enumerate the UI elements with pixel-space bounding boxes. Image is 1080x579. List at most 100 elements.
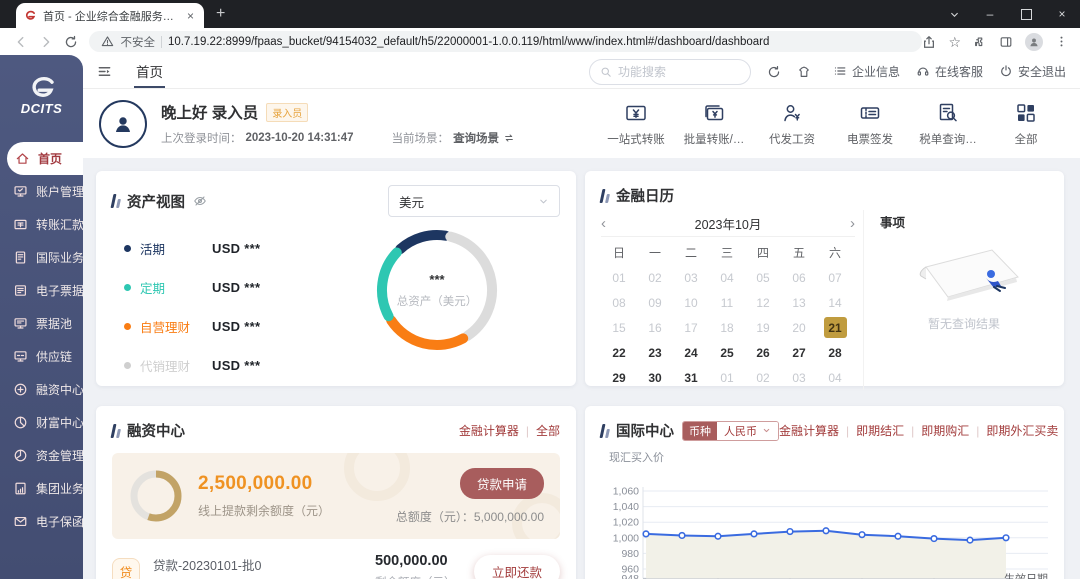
calendar-day[interactable]: 27 xyxy=(781,340,817,365)
sidebar-item-home[interactable]: 首页 xyxy=(7,142,83,175)
switch-scene-icon[interactable] xyxy=(503,132,515,144)
topbar-action-power[interactable]: 安全退出 xyxy=(999,63,1066,80)
window-close-button[interactable]: × xyxy=(1044,0,1080,28)
calendar-day[interactable]: 03 xyxy=(781,365,817,390)
calendar-day[interactable]: 30 xyxy=(637,365,673,390)
browser-menu-icon[interactable] xyxy=(1055,35,1068,48)
currency-select[interactable]: 美元 xyxy=(388,185,560,217)
search-input[interactable]: 功能搜索 xyxy=(589,59,751,85)
x-axis-title: 生效日期 xyxy=(1004,571,1048,579)
loan-apply-button[interactable]: 贷款申请 xyxy=(460,468,544,499)
quick-action-e-ticket[interactable]: 电票签发 xyxy=(838,101,902,147)
calendar-next-icon[interactable]: › xyxy=(833,216,855,231)
security-warning-icon[interactable] xyxy=(101,35,114,48)
sidebar-item-account[interactable]: 账户管理 xyxy=(0,175,83,208)
quick-action-all-apps[interactable]: 全部 xyxy=(994,101,1058,147)
browser-tab[interactable]: 首页 - 企业综合金融服务平台 × xyxy=(16,3,204,28)
headset-icon xyxy=(916,64,931,79)
quick-action-payroll[interactable]: 代发工资 xyxy=(760,101,824,147)
calendar-day[interactable]: 23 xyxy=(637,340,673,365)
sidebar-item-international[interactable]: 国际业务 xyxy=(0,241,83,274)
calendar-day[interactable]: 01 xyxy=(601,265,637,290)
intl-link-0[interactable]: 金融计算器 xyxy=(779,422,839,439)
share-icon[interactable] xyxy=(922,35,936,49)
calendar-day[interactable]: 20 xyxy=(781,315,817,340)
eye-off-icon[interactable] xyxy=(193,194,207,208)
finance-link-0[interactable]: 金融计算器 xyxy=(459,422,519,439)
calendar-day[interactable]: 21 xyxy=(817,315,853,340)
calendar-day[interactable]: 19 xyxy=(745,315,781,340)
sidebar-item-ebill[interactable]: 电子票据 xyxy=(0,274,83,307)
sidebar-item-transfer[interactable]: 转账汇款 xyxy=(0,208,83,241)
calendar-day[interactable]: 02 xyxy=(637,265,673,290)
calendar-day[interactable]: 25 xyxy=(709,340,745,365)
intl-link-3[interactable]: 即期外汇买卖 xyxy=(986,422,1058,439)
legend-dot-icon xyxy=(124,362,131,369)
calendar-day[interactable]: 29 xyxy=(601,365,637,390)
new-tab-button[interactable]: + xyxy=(216,5,225,28)
topbar-action-headset[interactable]: 在线客服 xyxy=(916,63,983,80)
calendar-day[interactable]: 10 xyxy=(673,290,709,315)
calendar-today[interactable]: 21 xyxy=(824,317,847,338)
sidebar-item-funds[interactable]: 资金管理 xyxy=(0,439,83,472)
bookmark-star-icon[interactable]: ☆ xyxy=(948,35,961,49)
weekday-label: 三 xyxy=(709,240,745,265)
calendar-day[interactable]: 05 xyxy=(745,265,781,290)
repay-now-button[interactable]: 立即还款 xyxy=(474,555,560,579)
refresh-icon[interactable] xyxy=(767,65,781,79)
forward-icon[interactable] xyxy=(33,35,58,49)
calendar-day[interactable]: 24 xyxy=(673,340,709,365)
finance-link-1[interactable]: 全部 xyxy=(536,422,560,439)
calendar-day[interactable]: 13 xyxy=(781,290,817,315)
sidebar-item-group[interactable]: 集团业务 xyxy=(0,472,83,505)
calendar-day[interactable]: 09 xyxy=(637,290,673,315)
topbar-action-list[interactable]: 企业信息 xyxy=(833,63,900,80)
tab-home[interactable]: 首页 xyxy=(134,55,165,88)
intl-link-2[interactable]: 即期购汇 xyxy=(921,422,969,439)
quick-action-batch-transfer[interactable]: 批量转账/… xyxy=(682,101,746,147)
reload-icon[interactable] xyxy=(58,35,83,49)
calendar-day[interactable]: 28 xyxy=(817,340,853,365)
sidebar-item-guarantee[interactable]: 电子保函 xyxy=(0,505,83,538)
calendar-prev-icon[interactable]: ‹ xyxy=(601,216,623,231)
calendar-day[interactable]: 15 xyxy=(601,315,637,340)
window-chevron-icon[interactable] xyxy=(936,0,972,28)
address-bar[interactable]: 不安全 10.7.19.22:8999/fpaas_bucket/9415403… xyxy=(89,31,922,52)
calendar-day[interactable]: 04 xyxy=(709,265,745,290)
tab-close-icon[interactable]: × xyxy=(185,9,196,23)
calendar-day[interactable]: 17 xyxy=(673,315,709,340)
theme-icon[interactable] xyxy=(797,65,811,79)
quick-action-tax-query[interactable]: 税单查询… xyxy=(916,101,980,147)
calendar-day[interactable]: 31 xyxy=(673,365,709,390)
profile-avatar[interactable] xyxy=(1025,33,1043,51)
calendar-day[interactable]: 14 xyxy=(817,290,853,315)
calendar-day[interactable]: 04 xyxy=(817,365,853,390)
side-panel-icon[interactable] xyxy=(999,35,1013,49)
currency-type-select[interactable]: 币种 人民币 xyxy=(682,421,779,441)
fx-rate-chart: 现汇买入价 1,0601,0401,0201,0009809609482023-… xyxy=(601,449,1048,579)
sidebar-item-bill-pool[interactable]: 票据池 xyxy=(0,307,83,340)
calendar-day[interactable]: 01 xyxy=(709,365,745,390)
sidebar-item-supply-chain[interactable]: 供应链 xyxy=(0,340,83,373)
back-icon[interactable] xyxy=(8,35,33,49)
calendar-day[interactable]: 02 xyxy=(745,365,781,390)
sidebar-item-wealth[interactable]: 财富中心 xyxy=(0,406,83,439)
calendar-day[interactable]: 07 xyxy=(817,265,853,290)
intl-link-1[interactable]: 即期结汇 xyxy=(856,422,904,439)
calendar-day[interactable]: 22 xyxy=(601,340,637,365)
window-maximize-button[interactable] xyxy=(1008,0,1044,28)
calendar-day[interactable]: 03 xyxy=(673,265,709,290)
calendar-day[interactable]: 11 xyxy=(709,290,745,315)
quick-action-one-stop-transfer[interactable]: 一站式转账 xyxy=(604,101,668,147)
calendar-day[interactable]: 12 xyxy=(745,290,781,315)
user-avatar[interactable] xyxy=(99,100,147,148)
sidebar-item-financing[interactable]: 融资中心 xyxy=(0,373,83,406)
extensions-icon[interactable] xyxy=(973,35,987,49)
calendar-day[interactable]: 06 xyxy=(781,265,817,290)
calendar-day[interactable]: 26 xyxy=(745,340,781,365)
calendar-day[interactable]: 18 xyxy=(709,315,745,340)
calendar-day[interactable]: 08 xyxy=(601,290,637,315)
collapse-menu-icon[interactable] xyxy=(97,64,112,79)
window-minimize-button[interactable]: – xyxy=(972,0,1008,28)
calendar-day[interactable]: 16 xyxy=(637,315,673,340)
